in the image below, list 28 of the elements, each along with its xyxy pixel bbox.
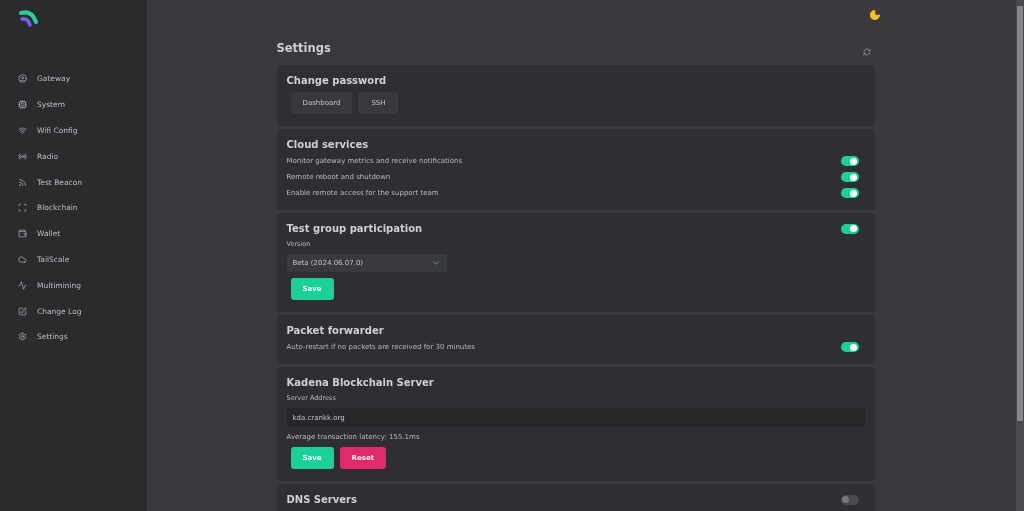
card-title: Packet forwarder bbox=[286, 325, 384, 336]
scrollbar[interactable] bbox=[1016, 0, 1024, 511]
card-title: Test group participation bbox=[286, 223, 423, 234]
wifi-icon bbox=[18, 126, 27, 135]
toggle-switch[interactable] bbox=[840, 494, 859, 505]
toggle-switch[interactable] bbox=[840, 156, 859, 166]
user-icon bbox=[18, 74, 27, 84]
edit-icon bbox=[18, 306, 27, 316]
toggle-switch[interactable] bbox=[840, 223, 859, 234]
rss-icon bbox=[18, 177, 27, 187]
card-title: Kadena Blockchain Server bbox=[286, 377, 434, 388]
card-title: Change password bbox=[286, 75, 387, 86]
refresh-icon[interactable] bbox=[862, 48, 871, 56]
radio-icon bbox=[18, 151, 27, 161]
wallet-icon bbox=[18, 229, 27, 239]
toggle-switch[interactable] bbox=[840, 342, 859, 352]
toggle-switch[interactable] bbox=[840, 172, 859, 182]
cloud-icon bbox=[18, 254, 27, 264]
scan-icon bbox=[18, 203, 27, 213]
card-title: Cloud services bbox=[286, 139, 369, 150]
pulse-icon bbox=[18, 280, 27, 290]
settings-icon bbox=[18, 332, 27, 342]
chevron-down-icon bbox=[430, 258, 441, 268]
page-title: Settings bbox=[276, 41, 331, 55]
card-title: DNS Servers bbox=[286, 494, 357, 505]
moon-icon[interactable] bbox=[869, 9, 881, 21]
chip-icon bbox=[18, 100, 27, 110]
toggle-switch[interactable] bbox=[840, 188, 859, 198]
